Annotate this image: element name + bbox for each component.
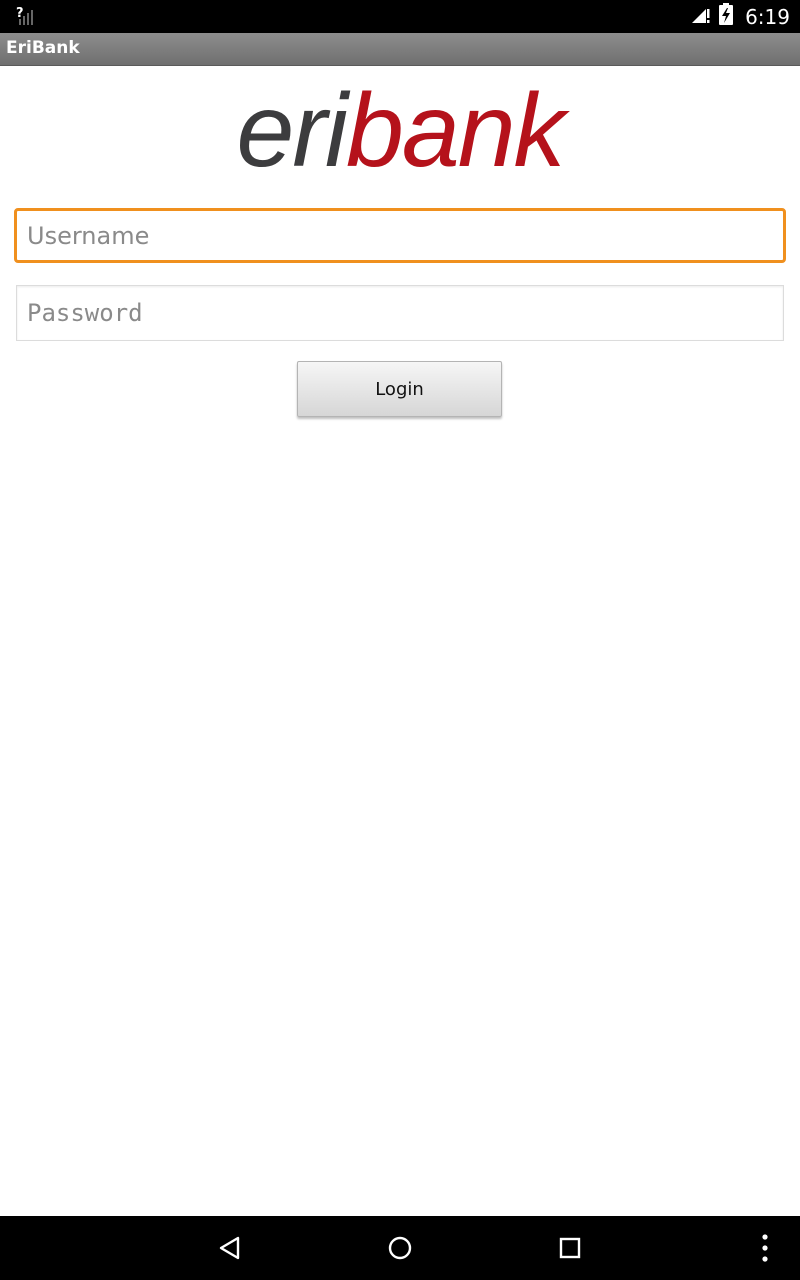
svg-text:?: ?	[16, 6, 24, 21]
app-title: EriBank	[6, 38, 80, 58]
action-bar: EriBank	[0, 33, 800, 66]
back-icon[interactable]	[210, 1228, 250, 1268]
status-bar: ? 6:19	[0, 0, 800, 33]
username-input[interactable]	[14, 208, 786, 263]
password-input[interactable]	[16, 285, 784, 341]
cell-signal-icon	[691, 4, 711, 29]
eribank-logo: eribank	[200, 76, 600, 186]
home-icon[interactable]	[380, 1228, 420, 1268]
logo-bank: bank	[346, 73, 566, 189]
no-sim-signal-icon: ?	[16, 4, 36, 28]
logo-eri: eri	[236, 73, 348, 189]
clock: 6:19	[745, 4, 790, 29]
overflow-menu-icon[interactable]	[745, 1228, 785, 1268]
recents-icon[interactable]	[550, 1228, 590, 1268]
navigation-bar	[0, 1216, 800, 1280]
battery-charging-icon	[719, 3, 734, 30]
login-button[interactable]: Login	[297, 361, 502, 417]
